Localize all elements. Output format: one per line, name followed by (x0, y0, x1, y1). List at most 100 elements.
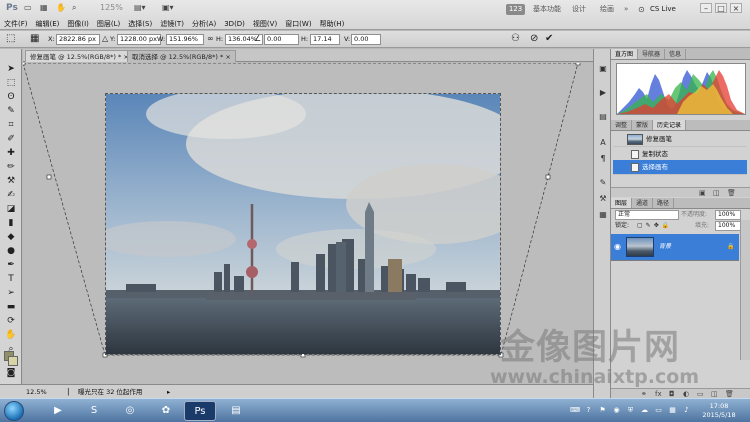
crop-tool-icon[interactable]: ⌗ (4, 119, 18, 131)
tray-help-icon[interactable]: ? (584, 406, 593, 415)
screen-mode-icon[interactable]: ▣▾ (162, 2, 174, 13)
menu-edit[interactable]: 编辑(E) (32, 18, 64, 30)
width-scale-field[interactable]: 151.96% (166, 34, 204, 45)
commit-transform-icon[interactable]: ✔ (545, 33, 553, 45)
layers-scrollbar[interactable] (740, 220, 750, 360)
menu-help[interactable]: 帮助(H) (316, 18, 349, 30)
strip-swatches-icon[interactable]: ▤ (597, 111, 609, 123)
x-position-field[interactable]: 2822.86 px (56, 34, 100, 45)
zoom-level-display[interactable]: 125% (100, 2, 123, 13)
background-color-swatch[interactable] (8, 356, 18, 366)
maximize-icon[interactable]: □ (715, 3, 727, 13)
tray-app-icon[interactable]: ◉ (612, 406, 621, 415)
cs-live-button[interactable]: CS Live (650, 4, 676, 15)
horizontal-skew-field[interactable]: 17.14 (310, 34, 340, 45)
tray-network-icon[interactable]: ▦ (668, 406, 677, 415)
menu-view[interactable]: 视图(V) (249, 18, 281, 30)
workspace-painting[interactable]: 绘画 (600, 4, 614, 15)
dodge-tool-icon[interactable]: ● (4, 245, 18, 257)
tab-masks[interactable]: 蒙版 (632, 120, 654, 130)
tab-layers[interactable]: 图层 (611, 198, 633, 208)
layer-row-background[interactable]: ◉ 背景 🔒 (611, 234, 739, 261)
network-app-icon[interactable]: ✿ (150, 401, 182, 421)
blur-tool-icon[interactable]: ◆ (4, 231, 18, 243)
tray-keyboard-icon[interactable]: ⌨ (570, 406, 580, 415)
quick-mask-icon[interactable]: ◙ (4, 367, 18, 379)
strip-brush-icon[interactable]: ✎ (597, 177, 609, 189)
warp-mode-icon[interactable]: ⚇ (511, 33, 520, 45)
gradient-tool-icon[interactable]: ▮ (4, 217, 18, 229)
history-brush-tool-icon[interactable]: ✍ (4, 189, 18, 201)
menu-analysis[interactable]: 分析(A) (188, 18, 220, 30)
file-explorer-icon[interactable]: ▤ (220, 401, 252, 421)
strip-paragraph-icon[interactable]: ¶ (597, 153, 609, 165)
healing-brush-tool-icon[interactable]: ✚ (4, 147, 18, 159)
create-snapshot-icon[interactable]: ◫ (713, 188, 720, 198)
menu-layer[interactable]: 图层(L) (93, 18, 124, 30)
tab-close-icon[interactable]: × (225, 53, 230, 61)
menu-select[interactable]: 选择(S) (124, 18, 156, 30)
layer-visibility-eye-icon[interactable]: ◉ (614, 242, 621, 252)
workspace-essentials[interactable]: 基本功能 (533, 4, 561, 15)
menu-window[interactable]: 窗口(W) (281, 18, 315, 30)
strip-tool-presets-icon[interactable]: ▦ (597, 209, 609, 221)
tab-navigator[interactable]: 导航器 (638, 49, 666, 59)
history-state-row-selected[interactable]: 选择画布 (613, 160, 747, 175)
menu-filter[interactable]: 滤镜(T) (156, 18, 188, 30)
new-document-from-state-icon[interactable]: ▣ (699, 188, 706, 198)
relative-position-icon[interactable]: △ (102, 33, 108, 45)
mini-bridge-icon[interactable]: ▦ (40, 2, 48, 13)
layer-name[interactable]: 背景 (659, 242, 671, 252)
delete-state-icon[interactable]: 🗑 (727, 188, 736, 198)
hand-tool-icon[interactable]: ✋ (4, 329, 18, 341)
search-help-icon[interactable]: ⊙ (638, 4, 645, 15)
strip-clone-source-icon[interactable]: ⚒ (597, 193, 609, 205)
aperture-app-icon[interactable]: ◎ (114, 401, 146, 421)
close-icon[interactable]: × (730, 3, 742, 13)
menu-image[interactable]: 图像(I) (63, 18, 93, 30)
fill-field[interactable]: 100% (715, 221, 741, 231)
blend-mode-select[interactable]: 正常 (615, 210, 679, 220)
status-menu-arrow-icon[interactable]: ▸ (167, 388, 170, 397)
eraser-tool-icon[interactable]: ◪ (4, 203, 18, 215)
tray-shield-icon[interactable]: ⛨ (626, 406, 635, 415)
strip-history-icon[interactable]: ▣ (597, 63, 609, 75)
marquee-tool-icon[interactable]: ⬚ (4, 77, 18, 89)
menu-file[interactable]: 文件(F) (0, 18, 32, 30)
bridge-icon[interactable]: ▭ (24, 2, 32, 13)
y-position-field[interactable]: 1228.00 px (117, 34, 161, 45)
brush-tool-icon[interactable]: ✏ (4, 161, 18, 173)
tab-paths[interactable]: 路径 (653, 198, 675, 208)
tab-history[interactable]: 历史记录 (653, 120, 687, 130)
tray-cloud-icon[interactable]: ☁ (640, 406, 649, 415)
move-tool-icon[interactable]: ➤ (4, 63, 18, 75)
vertical-skew-field[interactable]: 0.00 (351, 34, 381, 45)
windows-media-player-icon[interactable]: ▶ (42, 401, 74, 421)
tray-volume-icon[interactable]: ♪ (682, 406, 691, 415)
shanghai-skyline-photo[interactable] (105, 93, 501, 355)
tab-info[interactable]: 信息 (665, 49, 687, 59)
rotation-angle-field[interactable]: 0.00 (264, 34, 299, 45)
quick-selection-tool-icon[interactable]: ✎ (4, 105, 18, 117)
type-tool-icon[interactable]: T (4, 273, 18, 285)
shape-tool-icon[interactable]: ▬ (4, 301, 18, 313)
photoshop-taskbar-icon[interactable]: Ps (184, 401, 216, 421)
hand-view-icon[interactable]: ✋ (56, 2, 66, 13)
tray-monitor-icon[interactable]: ▭ (654, 406, 663, 415)
tab-healing-brush-doc[interactable]: 修复画笔 @ 12.5%(RGB/8*) * × (25, 50, 134, 62)
tray-flag-icon[interactable]: ⚑ (598, 406, 607, 415)
start-button[interactable] (4, 401, 24, 421)
path-selection-tool-icon[interactable]: ➢ (4, 287, 18, 299)
lasso-tool-icon[interactable]: ʘ (4, 91, 18, 103)
tab-histogram[interactable]: 直方图 (611, 49, 639, 59)
status-zoom-field[interactable]: 12.5% (26, 388, 47, 397)
cancel-transform-icon[interactable]: ⊘ (530, 33, 538, 45)
link-proportions-icon[interactable]: ∞ (207, 33, 214, 45)
pen-tool-icon[interactable]: ✒ (4, 259, 18, 271)
workspace-design[interactable]: 设计 (572, 4, 586, 15)
tab-adjustments[interactable]: 调整 (611, 120, 633, 130)
3d-rotate-tool-icon[interactable]: ⟳ (4, 315, 18, 327)
history-snapshot-row[interactable]: 修复画笔 (613, 132, 747, 147)
strip-character-icon[interactable]: A (597, 137, 609, 149)
eyedropper-tool-icon[interactable]: ✐ (4, 133, 18, 145)
